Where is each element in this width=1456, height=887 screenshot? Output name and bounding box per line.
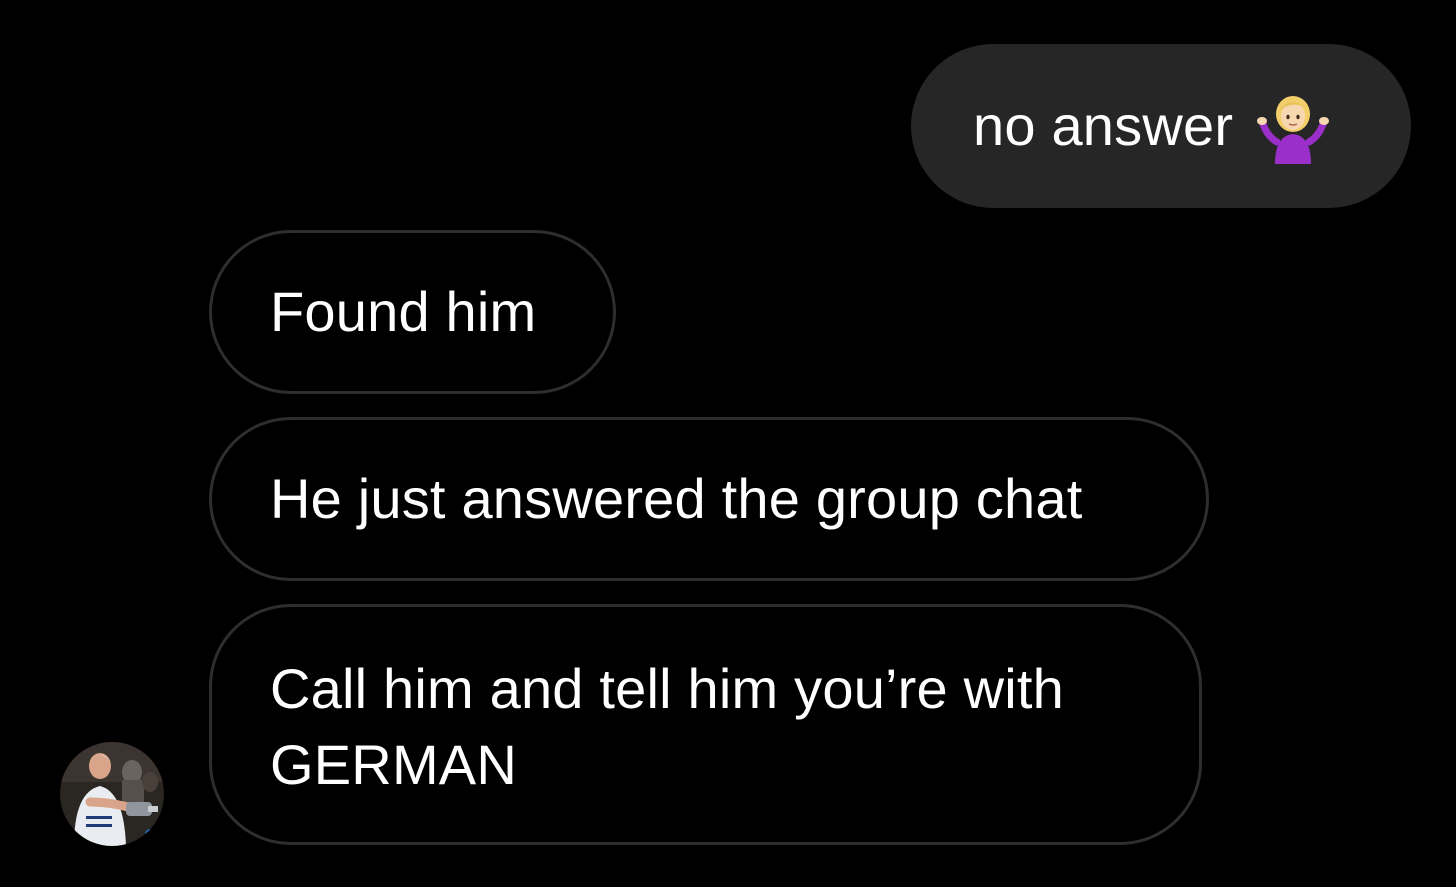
incoming-message-bubble[interactable]: He just answered the group chat <box>209 417 1209 581</box>
avatar-photo-icon <box>60 742 164 846</box>
incoming-message-bubble[interactable]: Call him and tell him you’re with GERMAN <box>209 604 1202 845</box>
message-text: no answer <box>973 94 1234 157</box>
incoming-message-bubble[interactable]: Found him <box>209 230 616 394</box>
message-text: Call him and tell him you’re with GERMAN <box>270 657 1065 796</box>
contact-avatar[interactable] <box>60 742 164 846</box>
message-text: He just answered the group chat <box>270 467 1083 530</box>
woman-shrugging-emoji-icon <box>1253 86 1333 166</box>
outgoing-message-bubble[interactable]: no answer <box>911 44 1411 208</box>
message-text: Found him <box>270 280 537 343</box>
